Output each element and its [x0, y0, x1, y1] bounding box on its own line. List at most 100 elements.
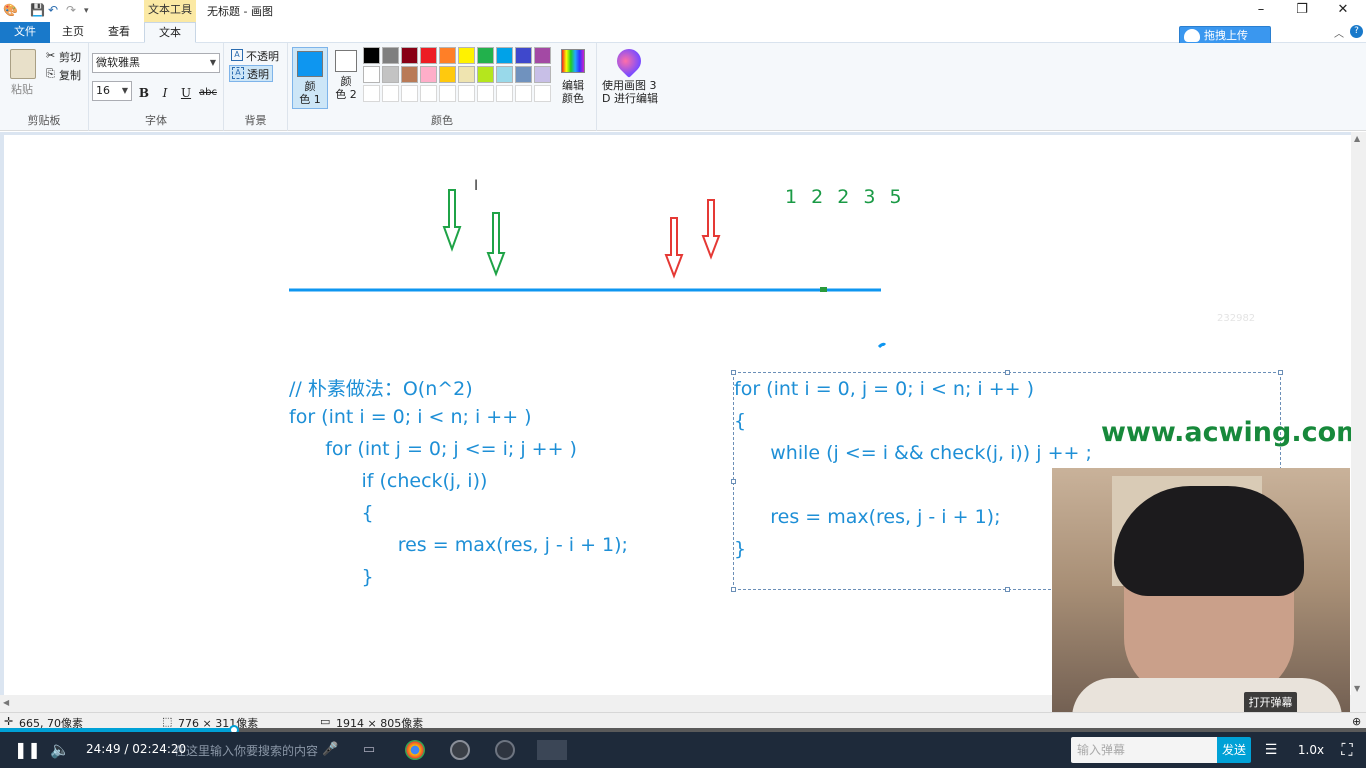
color-swatch[interactable] [382, 47, 399, 64]
redo-icon[interactable]: ↷ [66, 3, 76, 17]
color-swatch[interactable] [496, 47, 513, 64]
danmu-input[interactable]: 输入弹幕 [1071, 737, 1217, 763]
cursor-position-icon: ✛ [4, 715, 14, 728]
tab-file[interactable]: 文件 [0, 22, 50, 43]
custom-color-swatch[interactable] [439, 85, 456, 102]
open-danmu-button[interactable]: 打开弹幕 [1244, 692, 1297, 714]
send-danmu-button[interactable]: 发送 [1217, 737, 1251, 763]
custom-color-swatch[interactable] [477, 85, 494, 102]
paint3d-button[interactable]: 使用画图 3 D 进行编辑 [602, 79, 658, 105]
italic-button[interactable]: I [156, 84, 174, 102]
color-swatch[interactable] [401, 66, 418, 83]
fullscreen-icon[interactable]: ⛶ [1336, 740, 1358, 760]
color-swatch[interactable] [439, 47, 456, 64]
resize-handle[interactable] [731, 479, 736, 484]
color-swatch[interactable] [534, 66, 551, 83]
danmu-settings-icon[interactable]: ☰ [1257, 740, 1285, 760]
color-swatch[interactable] [534, 47, 551, 64]
zoom-in-icon[interactable]: ⊕ [1352, 715, 1361, 728]
underline-button[interactable]: U [177, 84, 195, 102]
paint3d-icon[interactable] [612, 44, 646, 78]
custom-color-swatch[interactable] [515, 85, 532, 102]
undo-icon[interactable]: ↶ [48, 3, 58, 17]
paint-taskbar-icon[interactable] [537, 740, 567, 760]
color-swatch[interactable] [420, 47, 437, 64]
minimize-icon[interactable]: – [1249, 2, 1273, 20]
copy-button[interactable]: 复制 [59, 67, 81, 83]
cut-icon[interactable]: ✂ [46, 49, 55, 62]
tab-home[interactable]: 主页 [50, 22, 96, 43]
task-view-icon[interactable]: ▭ [360, 740, 378, 760]
scroll-down-icon[interactable]: ▼ [1354, 684, 1360, 693]
resize-handle[interactable] [731, 587, 736, 592]
acwing-watermark: www.acwing.com [1101, 417, 1351, 448]
cloud-icon [1184, 29, 1200, 42]
code-line: for (int i = 0; i < n; i ++ ) [289, 406, 532, 428]
font-size-select[interactable]: 16 ▼ [92, 81, 132, 101]
chrome-icon[interactable] [405, 740, 425, 760]
bold-button[interactable]: B [135, 84, 153, 102]
color-swatch[interactable] [496, 66, 513, 83]
color-swatch[interactable] [477, 47, 494, 64]
app-icon[interactable] [495, 740, 515, 760]
custom-color-swatch[interactable] [534, 85, 551, 102]
font-family-select[interactable]: 微软雅黑 ▼ [92, 53, 220, 73]
resize-handle[interactable] [1005, 370, 1010, 375]
save-icon[interactable]: 💾 [30, 3, 45, 17]
color-swatch[interactable] [439, 66, 456, 83]
custom-color-swatch[interactable] [382, 85, 399, 102]
color-swatch[interactable] [363, 66, 380, 83]
color2-button[interactable]: 颜 色 2 [328, 47, 364, 109]
paste-button[interactable]: 粘贴 [11, 81, 33, 97]
code-line: for (int j = 0; j <= i; j ++ ) [289, 438, 577, 460]
color-swatch[interactable] [515, 66, 532, 83]
opaque-button[interactable]: A 不透明 [229, 47, 283, 64]
copy-icon[interactable]: ⎘ [46, 67, 55, 81]
edit-colors-button[interactable]: 编辑 颜色 [562, 79, 584, 105]
help-icon[interactable]: ? [1350, 25, 1363, 38]
custom-color-swatch[interactable] [458, 85, 475, 102]
restore-icon[interactable]: ❐ [1290, 2, 1314, 20]
strikethrough-button[interactable]: abc [197, 84, 219, 102]
faint-id: 232982 [1217, 313, 1256, 324]
cut-button[interactable]: 剪切 [59, 49, 81, 65]
color-swatch[interactable] [401, 47, 418, 64]
tab-text[interactable]: 文本 [144, 22, 196, 43]
resize-handle[interactable] [1278, 370, 1283, 375]
pause-icon[interactable]: ❚❚ [14, 740, 41, 760]
customize-quick-access-icon[interactable]: ▾ [84, 6, 89, 16]
collapse-ribbon-icon[interactable]: ︿ [1334, 25, 1344, 40]
scroll-up-icon[interactable]: ▲ [1354, 134, 1360, 143]
color1-button[interactable]: 颜 色 1 [292, 47, 328, 109]
background-group-label: 背景 [244, 114, 267, 127]
close-icon[interactable]: ✕ [1331, 2, 1355, 20]
playback-speed[interactable]: 1.0x [1296, 740, 1326, 760]
volume-icon[interactable]: 🔈 [50, 740, 70, 760]
app-icon[interactable] [450, 740, 470, 760]
webcam-overlay [1052, 468, 1350, 730]
scroll-left-icon[interactable]: ◀ [3, 698, 9, 707]
paste-icon[interactable] [10, 49, 36, 79]
color-swatch[interactable] [458, 66, 475, 83]
resize-handle[interactable] [1005, 587, 1010, 592]
code-line: { [734, 410, 747, 432]
color-swatch[interactable] [477, 66, 494, 83]
tab-view[interactable]: 查看 [96, 22, 142, 43]
microphone-icon[interactable]: 🎤 [322, 740, 338, 760]
color1-label: 颜 色 1 [299, 80, 321, 106]
paint-app-icon[interactable]: 🎨 [3, 3, 18, 17]
color-swatch[interactable] [515, 47, 532, 64]
transparent-button[interactable]: A 透明 [229, 65, 273, 82]
color-swatch[interactable] [382, 66, 399, 83]
color-swatch[interactable] [363, 47, 380, 64]
custom-color-swatch[interactable] [401, 85, 418, 102]
custom-color-swatch[interactable] [363, 85, 380, 102]
color-swatch[interactable] [458, 47, 475, 64]
custom-color-swatch[interactable] [496, 85, 513, 102]
vertical-scrollbar[interactable]: ▲ ▼ [1351, 132, 1366, 712]
color-swatch[interactable] [420, 66, 437, 83]
edit-colors-icon[interactable] [561, 49, 585, 73]
font-size-value: 16 [96, 84, 110, 97]
resize-handle[interactable] [731, 370, 736, 375]
custom-color-swatch[interactable] [420, 85, 437, 102]
